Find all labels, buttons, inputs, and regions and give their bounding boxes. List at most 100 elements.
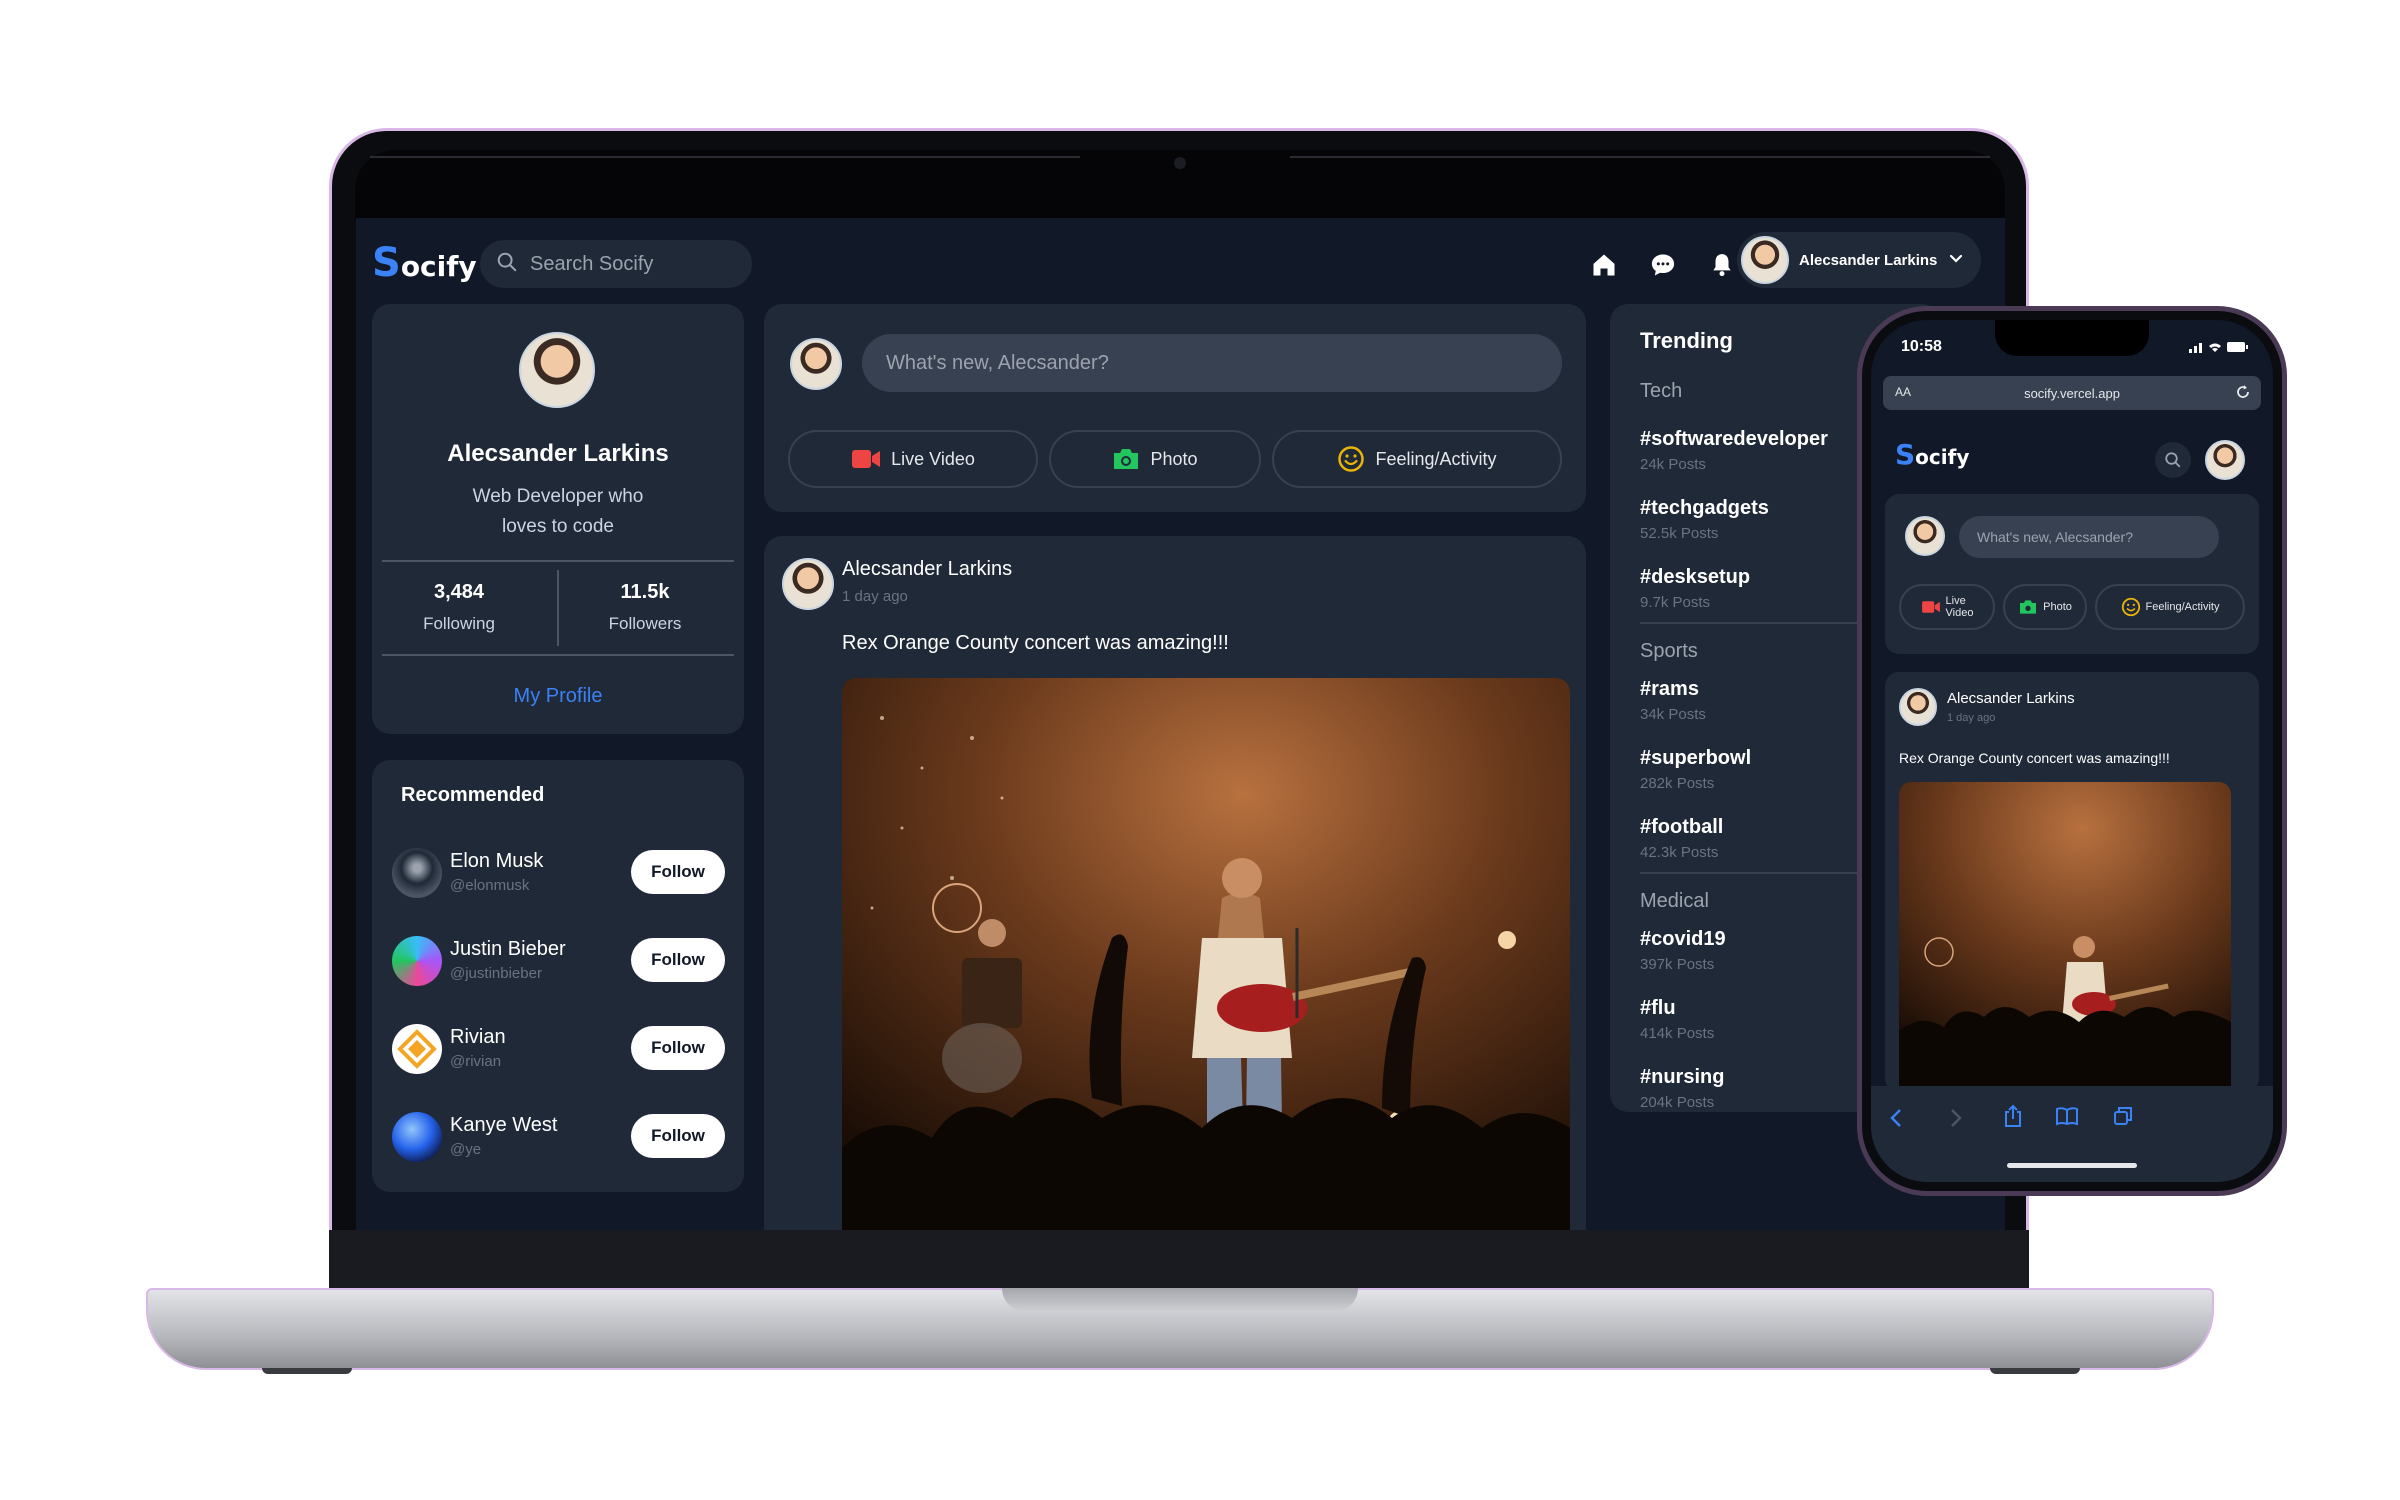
trending-category: Medical bbox=[1640, 890, 1709, 912]
recommended-name: Elon Musk bbox=[450, 850, 544, 872]
tabs-icon[interactable] bbox=[2113, 1106, 2133, 1131]
post-avatar[interactable] bbox=[1899, 688, 1937, 726]
bezel-line-right bbox=[1290, 156, 1990, 158]
trending-posts: 397k Posts bbox=[1640, 956, 1715, 973]
laptop-screen: Socify Search Socify Alecsander Larkins bbox=[356, 218, 2005, 1230]
bell-icon[interactable] bbox=[1707, 250, 1737, 280]
live-video-label-line1: Live bbox=[1945, 595, 1966, 607]
following-count: 3,484 bbox=[433, 581, 485, 603]
list-item: Rivian @rivian Follow bbox=[392, 1020, 725, 1080]
search-icon[interactable] bbox=[2155, 442, 2191, 478]
trending-posts: 204k Posts bbox=[1640, 1094, 1715, 1111]
laptop-foot bbox=[262, 1368, 352, 1374]
search-input[interactable]: Search Socify bbox=[480, 240, 752, 288]
trending-tag[interactable]: #softwaredeveloper bbox=[1640, 428, 1828, 451]
forward-icon[interactable] bbox=[1949, 1108, 1963, 1133]
follow-button[interactable]: Follow bbox=[631, 1026, 725, 1070]
followers-label: Followers bbox=[608, 614, 682, 633]
recommended-handle: @elonmusk bbox=[450, 877, 530, 894]
live-video-button[interactable]: Live Video bbox=[1899, 584, 1995, 630]
my-profile-link[interactable]: My Profile bbox=[372, 685, 744, 708]
trending-posts: 9.7k Posts bbox=[1640, 594, 1711, 611]
trending-posts: 34k Posts bbox=[1640, 706, 1706, 723]
profile-card: Alecsander Larkins Web Developer who lov… bbox=[372, 304, 744, 734]
search-placeholder: Search Socify bbox=[530, 252, 654, 275]
live-video-label: Live Video bbox=[1946, 595, 1974, 619]
composer-avatar bbox=[790, 338, 842, 390]
live-video-label-line2: Video bbox=[1945, 607, 1974, 619]
post-avatar[interactable] bbox=[782, 558, 834, 610]
post-image[interactable] bbox=[1899, 782, 2231, 1092]
profile-bio-line1: Web Developer who bbox=[472, 486, 644, 507]
phone-notch bbox=[1995, 320, 2149, 356]
trending-tag[interactable]: #flu bbox=[1640, 997, 1676, 1020]
photo-button[interactable]: Photo bbox=[1049, 430, 1261, 488]
user-avatar[interactable] bbox=[2205, 440, 2245, 480]
post-author[interactable]: Alecsander Larkins bbox=[1947, 690, 2075, 707]
feeling-label: Feeling/Activity bbox=[1375, 448, 1497, 469]
back-icon[interactable] bbox=[1889, 1108, 1903, 1133]
bookmarks-icon[interactable] bbox=[2055, 1106, 2079, 1131]
composer-input[interactable]: What's new, Alecsander? bbox=[862, 334, 1562, 392]
profile-avatar bbox=[519, 332, 595, 408]
trending-posts: 42.3k Posts bbox=[1640, 844, 1719, 861]
recommended-name: Justin Bieber bbox=[450, 938, 566, 960]
smiley-icon bbox=[2121, 597, 2141, 617]
trending-title: Trending bbox=[1640, 328, 1733, 353]
follow-button[interactable]: Follow bbox=[631, 938, 725, 982]
live-video-button[interactable]: Live Video bbox=[788, 430, 1038, 488]
video-camera-icon bbox=[851, 448, 881, 470]
composer-avatar bbox=[1905, 516, 1945, 556]
list-item: Kanye West @ye Follow bbox=[392, 1108, 725, 1168]
trending-tag[interactable]: #nursing bbox=[1640, 1066, 1724, 1089]
laptop-chin bbox=[329, 1230, 2029, 1288]
user-menu[interactable]: Alecsander Larkins bbox=[1737, 232, 1981, 288]
user-avatar bbox=[1741, 236, 1789, 284]
share-icon[interactable] bbox=[2003, 1104, 2023, 1133]
post-text: Rex Orange County concert was amazing!!! bbox=[1899, 750, 2170, 766]
photo-label: Photo bbox=[1150, 448, 1198, 469]
smiley-icon bbox=[1337, 445, 1365, 473]
feeling-activity-button[interactable]: Feeling/Activity bbox=[2095, 584, 2245, 630]
trending-tag[interactable]: #superbowl bbox=[1640, 747, 1751, 770]
recommended-name: Kanye West bbox=[450, 1114, 558, 1136]
photo-button[interactable]: Photo bbox=[2003, 584, 2087, 630]
follow-button[interactable]: Follow bbox=[631, 850, 725, 894]
camera-icon bbox=[1112, 447, 1140, 471]
bezel-line-left bbox=[370, 156, 1080, 158]
recommended-name: Rivian bbox=[450, 1026, 506, 1048]
status-icons bbox=[2189, 340, 2249, 359]
post-composer: What's new, Alecsander? Live Video Photo bbox=[1885, 494, 2259, 654]
app-logo[interactable]: Socify bbox=[372, 240, 477, 286]
recommended-card: Recommended Elon Musk @elonmusk Follow J… bbox=[372, 760, 744, 1192]
address-bar[interactable]: AA socify.vercel.app bbox=[1883, 376, 2261, 410]
trending-tag[interactable]: #covid19 bbox=[1640, 928, 1726, 951]
divider bbox=[382, 654, 734, 656]
post-image[interactable] bbox=[842, 678, 1570, 1230]
composer-input[interactable]: What's new, Alecsander? bbox=[1959, 516, 2219, 558]
trending-tag[interactable]: #desksetup bbox=[1640, 566, 1750, 589]
trending-tag[interactable]: #techgadgets bbox=[1640, 497, 1769, 520]
laptop-notch bbox=[1002, 1288, 1358, 1312]
trending-tag[interactable]: #rams bbox=[1640, 678, 1699, 701]
follow-button[interactable]: Follow bbox=[631, 1114, 725, 1158]
list-item: Elon Musk @elonmusk Follow bbox=[392, 844, 725, 904]
search-icon bbox=[496, 251, 518, 278]
feeling-activity-button[interactable]: Feeling/Activity bbox=[1272, 430, 1562, 488]
followers-count: 11.5k bbox=[620, 581, 670, 603]
trending-posts: 52.5k Posts bbox=[1640, 525, 1719, 542]
post-author[interactable]: Alecsander Larkins bbox=[842, 558, 1012, 581]
list-item: Justin Bieber @justinbieber Follow bbox=[392, 932, 725, 992]
camera-icon bbox=[2018, 599, 2038, 615]
logo-initial: S bbox=[1895, 438, 1916, 471]
home-icon[interactable] bbox=[1589, 250, 1619, 280]
following-label: Following bbox=[423, 614, 495, 633]
recommended-handle: @justinbieber bbox=[450, 965, 542, 982]
messages-icon[interactable] bbox=[1648, 250, 1678, 280]
reload-icon[interactable] bbox=[2235, 384, 2251, 405]
app-logo[interactable]: Socify bbox=[1895, 438, 1969, 471]
trending-tag[interactable]: #football bbox=[1640, 816, 1723, 839]
browser-toolbar bbox=[1871, 1086, 2273, 1182]
post-time: 1 day ago bbox=[842, 588, 908, 605]
home-indicator bbox=[2007, 1163, 2137, 1168]
